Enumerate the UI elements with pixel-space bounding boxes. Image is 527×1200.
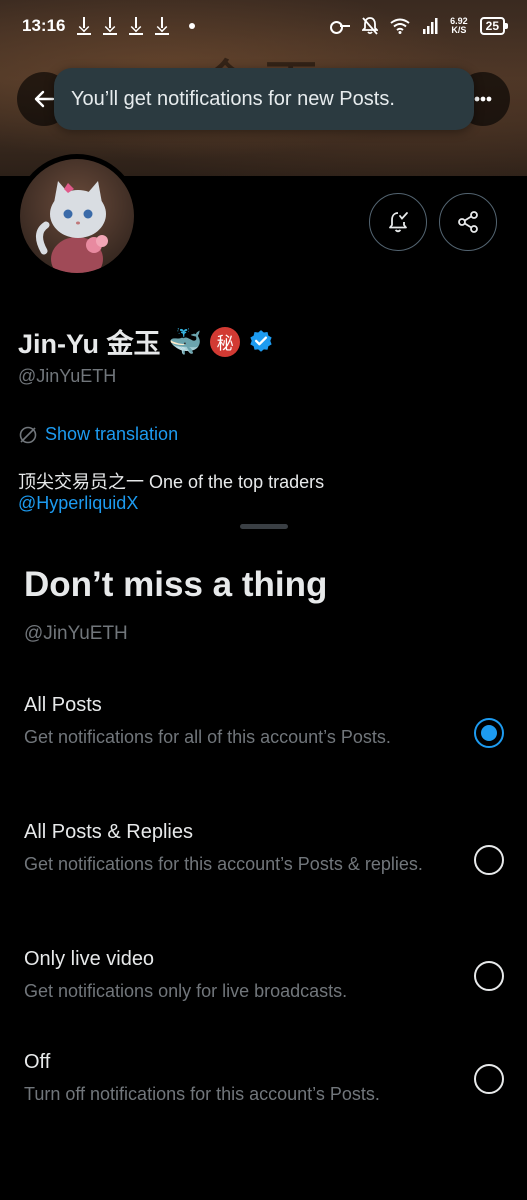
option-all-posts[interactable]: All Posts Get notifications for all of t… <box>0 694 527 774</box>
cat-illustration <box>36 181 108 273</box>
status-time: 13:16 <box>22 16 66 35</box>
show-translation-label: Show translation <box>45 424 179 444</box>
option-description: Get notifications for this account’s Pos… <box>24 854 423 874</box>
download-icon <box>155 17 170 35</box>
share-button[interactable] <box>439 193 497 251</box>
show-translation-link[interactable]: Show translation <box>18 424 178 445</box>
radio-all-posts-replies[interactable] <box>474 845 504 875</box>
network-speed: 6.92 K/S <box>450 17 468 35</box>
radio-all-posts[interactable] <box>474 718 504 748</box>
vpn-key-icon <box>330 20 351 34</box>
sheet-handle: @JinYuETH <box>24 623 128 644</box>
bio-mention-link[interactable]: @HyperliquidX <box>18 493 138 513</box>
whale-emoji: 🐳 <box>168 326 203 357</box>
notification-bell-button[interactable] <box>369 193 427 251</box>
download-icon <box>77 17 92 35</box>
verified-badge-icon <box>250 329 272 352</box>
battery-indicator: 25 <box>479 17 509 35</box>
avatar[interactable] <box>15 154 139 278</box>
arrow-left-icon <box>34 90 55 108</box>
option-off[interactable]: Off Turn off notifications for this acco… <box>0 1051 527 1111</box>
share-icon <box>458 211 478 233</box>
notification-dot-icon <box>189 23 196 29</box>
notification-toast: You’ll get notifications for new Posts. <box>54 68 474 130</box>
option-all-posts-replies[interactable]: All Posts & Replies Get notifications fo… <box>0 821 527 901</box>
radio-off[interactable] <box>474 1064 504 1094</box>
display-name: Jin-Yu 金玉 🐳 秘 <box>18 322 274 361</box>
radio-only-live-video[interactable] <box>474 961 504 991</box>
bell-off-icon <box>362 17 379 35</box>
status-bar: 13:16 6.92 K/S 25 <box>0 0 527 52</box>
wifi-icon <box>390 18 410 34</box>
notification-settings-sheet: Don’t miss a thing @JinYuETH All Posts G… <box>0 513 527 1200</box>
option-description: Get notifications for all of this accoun… <box>24 727 391 747</box>
download-icon <box>129 17 144 35</box>
bell-check-icon <box>389 212 408 233</box>
display-name-text: Jin-Yu 金玉 <box>18 329 161 359</box>
option-description: Turn off notifications for this account’… <box>24 1084 380 1104</box>
more-vertical-icon <box>474 96 492 102</box>
option-label: All Posts & Replies <box>24 821 193 843</box>
sheet-title: Don’t miss a thing <box>24 565 328 604</box>
sheet-drag-handle[interactable] <box>240 524 288 529</box>
secret-badge: 秘 <box>210 326 241 357</box>
translate-icon <box>19 426 37 443</box>
option-label: All Posts <box>24 694 102 716</box>
download-icon <box>103 17 118 35</box>
signal-icon <box>422 18 438 34</box>
option-label: Off <box>24 1051 51 1073</box>
option-label: Only live video <box>24 948 155 970</box>
toast-message: You’ll get notifications for new Posts. <box>71 87 395 110</box>
profile-bio: 顶尖交易员之一 One of the top traders <box>18 472 325 492</box>
profile-handle: @JinYuETH <box>18 366 117 386</box>
option-description: Get notifications only for live broadcas… <box>24 981 348 1001</box>
network-speed-unit: K/S <box>451 25 467 35</box>
option-only-live-video[interactable]: Only live video Get notifications only f… <box>0 948 527 1008</box>
avatar-image <box>20 159 134 273</box>
